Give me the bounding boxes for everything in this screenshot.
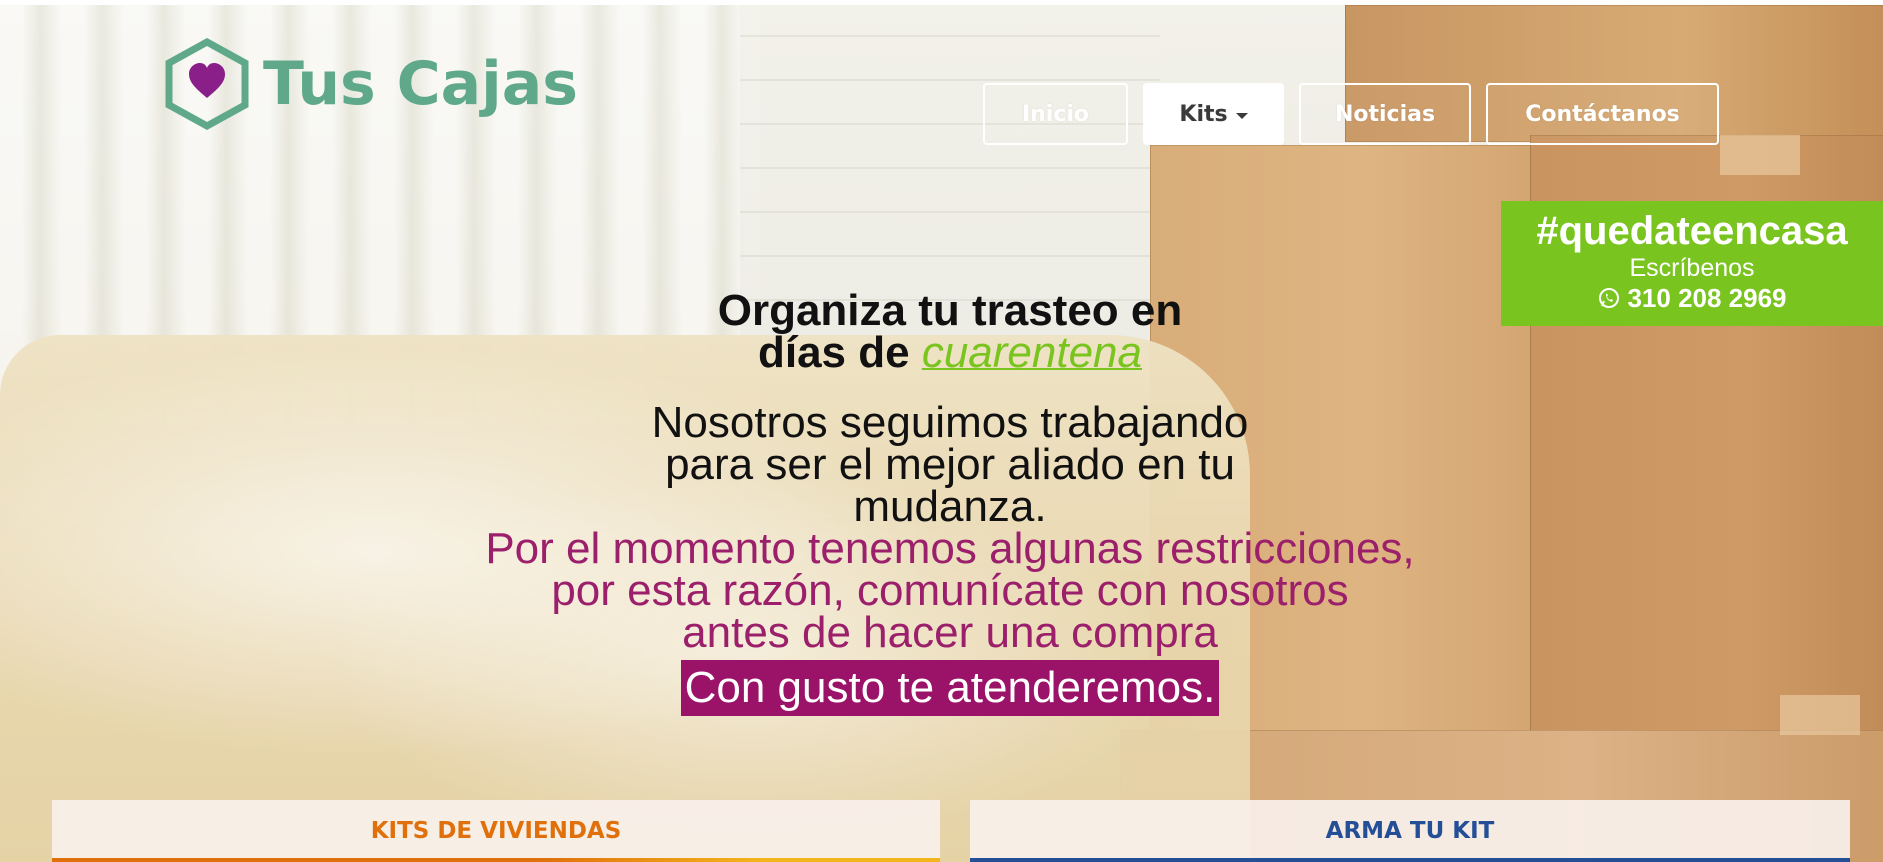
logo[interactable]: Tus Cajas bbox=[165, 38, 578, 130]
hero-body-text: Nosotros seguimos trabajando para ser el… bbox=[651, 398, 1249, 531]
tab-accent-bar bbox=[52, 858, 940, 862]
restrictions-line-3: antes de hacer una compra bbox=[682, 608, 1218, 657]
nav-noticias[interactable]: Noticias bbox=[1299, 83, 1471, 145]
promo-phone[interactable]: 310 208 2969 bbox=[1501, 283, 1883, 313]
whatsapp-promo-box[interactable]: #quedateencasa Escríbenos 310 208 2969 bbox=[1501, 201, 1883, 326]
restrictions-text: Por el momento tenemos algunas restricci… bbox=[420, 524, 1480, 657]
box-heart-logo-icon bbox=[165, 38, 249, 130]
cta-highlight: Con gusto te atenderemos. bbox=[680, 660, 1220, 716]
hero-headline: Organiza tu trasteo en días de cuarenten… bbox=[420, 286, 1480, 375]
caret-down-icon bbox=[1235, 113, 1248, 119]
restrictions-line-2: por esta razón, comunícate con nosotros bbox=[551, 566, 1349, 615]
nav-noticias-label: Noticias bbox=[1334, 101, 1436, 127]
nav-inicio-label: Inicio bbox=[1021, 101, 1090, 127]
nav-kits-dropdown[interactable]: Kits bbox=[1143, 83, 1284, 145]
promo-hashtag: #quedateencasa bbox=[1536, 209, 1848, 253]
tab-accent-bar bbox=[970, 858, 1850, 862]
tab-kits-de-viviendas[interactable]: KITS DE VIVIENDAS bbox=[52, 800, 940, 862]
tab-arma-tu-kit[interactable]: ARMA TU KIT bbox=[970, 800, 1850, 862]
box-tape bbox=[1720, 135, 1800, 175]
nav-kits-label: Kits bbox=[1179, 101, 1228, 127]
tab-arma-tu-kit-label: ARMA TU KIT bbox=[1325, 818, 1495, 844]
tab-kits-de-viviendas-label: KITS DE VIVIENDAS bbox=[370, 818, 622, 844]
nav-contactanos-label: Contáctanos bbox=[1525, 101, 1680, 127]
nav-contactanos[interactable]: Contáctanos bbox=[1486, 83, 1719, 145]
headline-line-2: días de cuarentena bbox=[420, 331, 1480, 375]
headline-highlight: cuarentena bbox=[921, 328, 1142, 377]
headline-prefix: días de bbox=[757, 328, 922, 377]
box-tape bbox=[1780, 695, 1860, 735]
whatsapp-icon bbox=[1599, 288, 1620, 308]
main-nav: Inicio Kits Noticias Contáctanos bbox=[983, 83, 1719, 145]
nav-inicio[interactable]: Inicio bbox=[983, 83, 1128, 145]
promo-phone-number: 310 208 2969 bbox=[1627, 283, 1787, 313]
hero-text: Organiza tu trasteo en días de cuarenten… bbox=[420, 286, 1480, 716]
logo-text: Tus Cajas bbox=[263, 49, 578, 119]
restrictions-line-1: Por el momento tenemos algunas restricci… bbox=[485, 524, 1415, 573]
promo-subtitle: Escríbenos bbox=[1629, 254, 1755, 282]
headline-line-1: Organiza tu trasteo en bbox=[717, 286, 1183, 335]
